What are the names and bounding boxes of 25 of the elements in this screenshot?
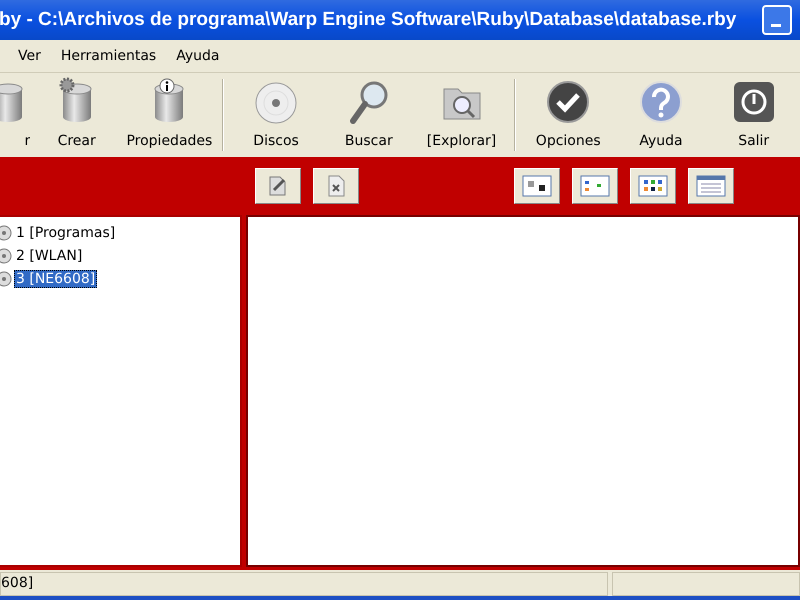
toolbar-button[interactable]: Discos	[230, 75, 322, 155]
tree-item[interactable]: 2 [WLAN]	[14, 246, 84, 264]
toolbar-button[interactable]: Ayuda	[614, 75, 708, 155]
toolbar-button[interactable]	[255, 168, 301, 204]
details-view-icon	[696, 174, 726, 198]
large-view-icon	[522, 174, 552, 198]
tree-item[interactable]: 3 [NE6608]	[14, 270, 98, 288]
toolbar-button[interactable]: Propiedades	[123, 75, 216, 155]
small-view-icon	[580, 174, 610, 198]
toolbar-button[interactable]: Opciones	[522, 75, 615, 155]
menu-item[interactable]: Herramientas	[60, 48, 156, 64]
view-button[interactable]	[514, 168, 560, 204]
menu-item[interactable]: Ver	[18, 48, 41, 64]
list-view-icon	[638, 174, 668, 198]
menu-item[interactable]: Ayuda	[176, 48, 220, 64]
toolbar-button[interactable]: Salir	[707, 75, 800, 155]
toolbar-button[interactable]: Crear	[30, 75, 124, 155]
toolbar-button[interactable]	[313, 168, 359, 204]
toolbar-button[interactable]: r	[0, 75, 30, 155]
toolbar-button[interactable]: Buscar	[322, 75, 416, 155]
toolbar-button[interactable]: [Explorar]	[415, 75, 508, 155]
status-text: 608]	[0, 572, 608, 596]
tree-item[interactable]: 1 [Programas]	[14, 224, 118, 242]
window-title: by - C:\Archivos de programa\Warp Engine Software\Ruby\Database\database.rby	[0, 9, 736, 31]
minimize-button[interactable]	[762, 5, 792, 35]
